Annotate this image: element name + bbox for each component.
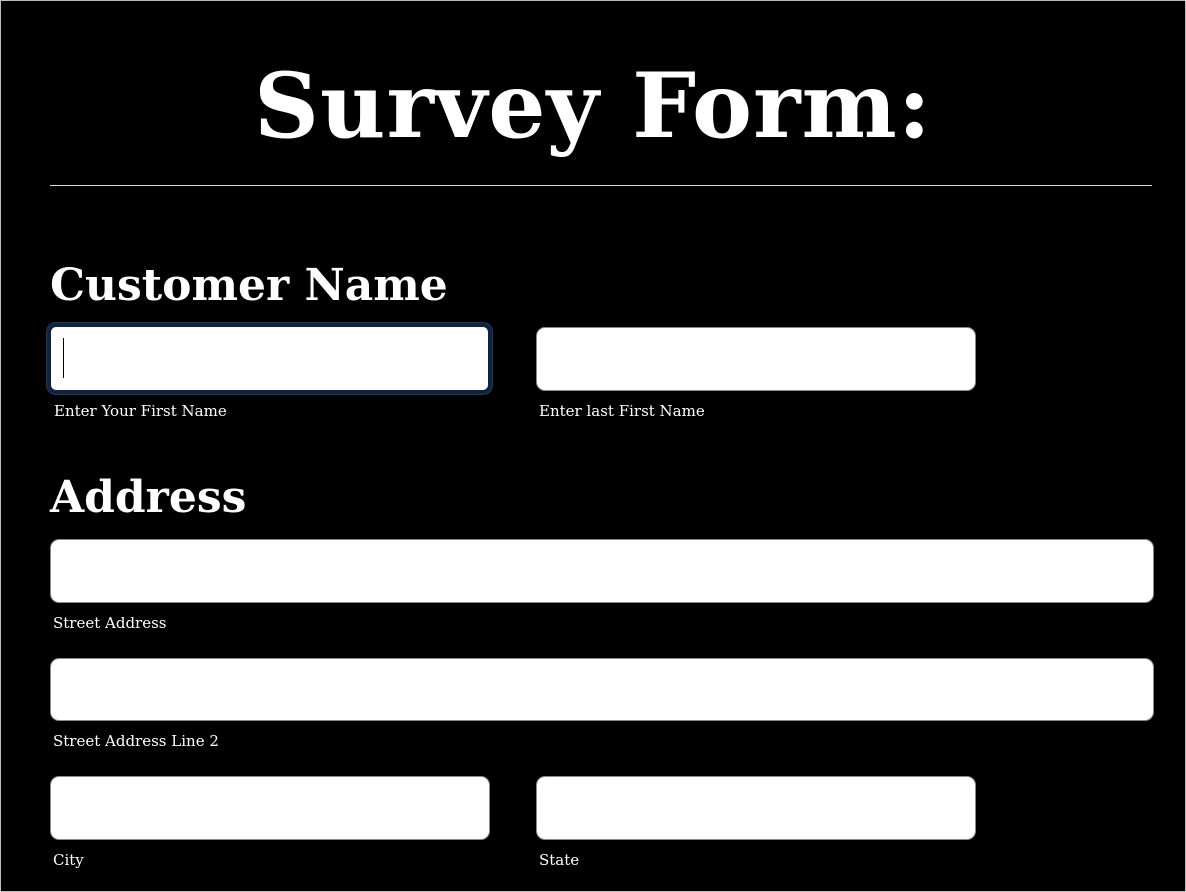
address-heading: Address bbox=[50, 472, 247, 523]
survey-form-page: Survey Form: Customer Name Enter Your Fi… bbox=[0, 0, 1186, 892]
first-name-hint: Enter Your First Name bbox=[54, 402, 227, 420]
city-input[interactable] bbox=[50, 776, 490, 840]
street-address-line2-input[interactable] bbox=[50, 658, 1154, 721]
first-name-input[interactable] bbox=[47, 323, 492, 394]
customer-name-heading: Customer Name bbox=[50, 260, 448, 311]
street-address-hint: Street Address bbox=[53, 614, 167, 632]
city-hint: City bbox=[53, 851, 84, 869]
last-name-hint: Enter last First Name bbox=[539, 402, 705, 420]
last-name-input[interactable] bbox=[536, 327, 976, 391]
page-title: Survey Form: bbox=[254, 53, 932, 159]
state-input[interactable] bbox=[536, 776, 976, 840]
state-hint: State bbox=[539, 851, 580, 869]
text-cursor bbox=[63, 338, 64, 378]
title-divider bbox=[50, 185, 1152, 186]
street-address-line2-hint: Street Address Line 2 bbox=[53, 732, 219, 750]
street-address-input[interactable] bbox=[50, 539, 1154, 603]
